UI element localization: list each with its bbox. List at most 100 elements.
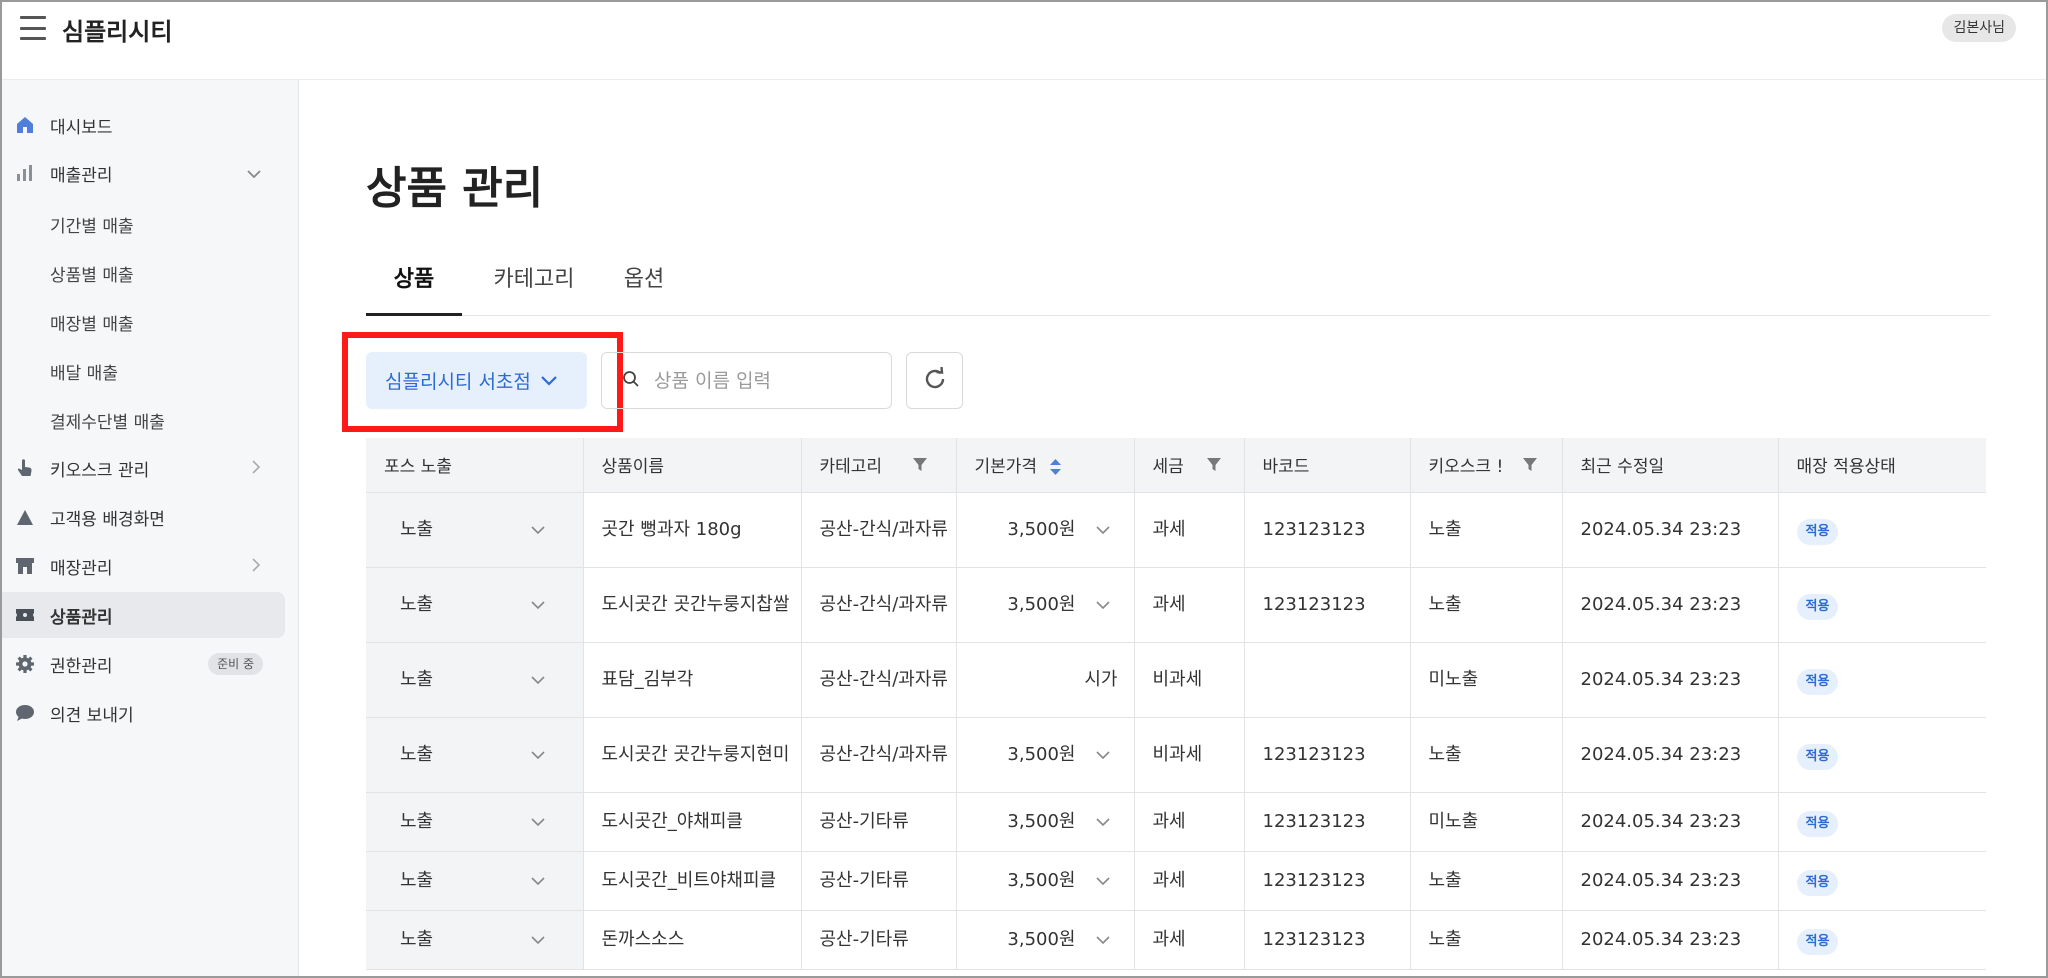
- sidebar-sub-period-sales[interactable]: 기간별 매출: [50, 212, 134, 237]
- sidebar-item-label: 대시보드: [50, 117, 113, 138]
- sidebar-item-label: 의견 보내기: [50, 705, 134, 726]
- pos-visibility-cell[interactable]: 노출: [366, 851, 584, 911]
- sidebar-item-label: 키오스크 관리: [50, 460, 150, 481]
- price-cell[interactable]: 3,500원: [956, 717, 1135, 793]
- sidebar-item-label: 매출관리: [50, 165, 113, 186]
- table-row[interactable]: 노출 도시곳간 곳간누룽지현미 공산-간식/과자류 3,500원 비과세 12312312…: [366, 717, 1986, 793]
- price-cell[interactable]: 3,500원: [956, 851, 1135, 911]
- col-header-tax[interactable]: 세금: [1134, 438, 1245, 493]
- chevron-down-icon: [1095, 590, 1110, 620]
- user-badge[interactable]: 김본사님: [1942, 14, 2016, 42]
- category-cell: 공산-간식/과자류: [801, 717, 957, 793]
- menu-icon[interactable]: [20, 16, 46, 40]
- status-badge: 적용: [1796, 743, 1839, 770]
- chevron-right-icon: [252, 557, 261, 576]
- pos-visibility-cell[interactable]: 노출: [366, 910, 584, 970]
- updated-date-cell: 2024.05.34 23:23: [1562, 642, 1779, 718]
- sidebar-sub-store-sales[interactable]: 매장별 매출: [50, 310, 134, 335]
- pos-visibility-cell[interactable]: 노출: [366, 792, 584, 852]
- sidebar-item-dashboard[interactable]: 대시보드: [2, 102, 285, 148]
- table-row[interactable]: 노출 표담_김부각 공산-간식/과자류 시가 비과세 미노출 2024.05.34 23:2…: [366, 642, 1986, 718]
- pos-visibility-value: 노출: [400, 928, 434, 950]
- status-badge: 적용: [1796, 869, 1839, 896]
- chevron-down-icon: [1095, 515, 1110, 545]
- sidebar-item-label: 권한관리: [50, 656, 113, 677]
- col-header-price[interactable]: 기본가격: [956, 438, 1135, 493]
- product-name-cell[interactable]: 도시곳간 곳간누룽지찹쌀: [583, 567, 802, 643]
- barcode-cell: [1244, 642, 1411, 718]
- product-name-cell[interactable]: 곳간 뻥과자 180g: [583, 492, 802, 568]
- sidebar-sub-delivery-sales[interactable]: 배달 매출: [50, 359, 118, 384]
- main-content: 상품 관리 상품 카테고리 옵션 심플리시티 서초점 상품 이름 입력 포스 노…: [300, 80, 2046, 976]
- tab-options[interactable]: 옵션: [606, 258, 682, 316]
- col-header-updated[interactable]: 최근 수정일: [1562, 438, 1779, 493]
- refresh-button[interactable]: [906, 352, 963, 409]
- tax-cell: 과세: [1134, 851, 1245, 911]
- col-header-kiosk[interactable]: 키오스크 !: [1410, 438, 1563, 493]
- chevron-down-icon: [530, 866, 545, 896]
- sidebar-item-feedback[interactable]: 의견 보내기: [2, 690, 285, 736]
- pos-visibility-cell[interactable]: 노출: [366, 567, 584, 643]
- col-header-name[interactable]: 상품이름: [583, 438, 802, 493]
- tab-products[interactable]: 상품: [366, 258, 462, 316]
- sidebar-item-permissions[interactable]: 권한관리 준비 중: [2, 641, 285, 687]
- product-name-cell[interactable]: 돈까스소스: [583, 910, 802, 970]
- pos-visibility-cell[interactable]: 노출: [366, 492, 584, 568]
- pos-visibility-value: 노출: [400, 810, 434, 832]
- table-row[interactable]: 노출 도시곳간_야채피클 공산-기타류 3,500원 과세 123123123 미노출 202…: [366, 792, 1986, 852]
- chevron-down-icon: [530, 590, 545, 620]
- app-window: 심플리시티 김본사님 대시보드 매출관리 기간별 매출 상품별 매출 매장별 매…: [0, 0, 2048, 978]
- pos-visibility-cell[interactable]: 노출: [366, 642, 584, 718]
- sidebar-sub-payment-sales[interactable]: 결제수단별 매출: [50, 408, 165, 433]
- barcode-cell: 123123123: [1244, 492, 1411, 568]
- sort-icon[interactable]: [1050, 458, 1062, 476]
- table-row[interactable]: 노출 도시곳간_비트야채피클 공산-기타류 3,500원 과세 123123123 노출 20…: [366, 851, 1986, 911]
- chevron-down-icon: [1095, 866, 1110, 896]
- product-name-cell[interactable]: 도시곳간_비트야채피클: [583, 851, 802, 911]
- sidebar-item-kiosk[interactable]: 키오스크 관리: [2, 445, 285, 491]
- filter-icon[interactable]: [1207, 457, 1222, 477]
- chevron-down-icon: [530, 515, 545, 545]
- sidebar-item-sales[interactable]: 매출관리: [2, 150, 285, 196]
- col-header-status[interactable]: 매장 적용상태: [1778, 438, 1986, 493]
- sidebar-item-products[interactable]: 상품관리: [2, 592, 285, 638]
- chevron-down-icon: [530, 925, 545, 955]
- price-cell[interactable]: 3,500원: [956, 792, 1135, 852]
- table-row[interactable]: 노출 돈까스소스 공산-기타류 3,500원 과세 123123123 노출 2024.05.…: [366, 910, 1986, 970]
- filter-icon[interactable]: [1522, 457, 1537, 477]
- ticket-icon: [14, 604, 36, 626]
- pos-visibility-value: 노출: [400, 593, 434, 615]
- status-badge: 적용: [1796, 593, 1839, 620]
- barcode-cell: 123123123: [1244, 851, 1411, 911]
- kiosk-visibility-cell: 노출: [1410, 567, 1563, 643]
- sidebar-item-customer-wallpaper[interactable]: 고객용 배경화면: [2, 494, 285, 540]
- price-cell[interactable]: 시가: [956, 642, 1135, 718]
- product-name-cell[interactable]: 표담_김부각: [583, 642, 802, 718]
- updated-date-cell: 2024.05.34 23:23: [1562, 717, 1779, 793]
- search-input[interactable]: [654, 369, 874, 392]
- price-cell[interactable]: 3,500원: [956, 567, 1135, 643]
- table-row[interactable]: 노출 도시곳간 곳간누룽지찹쌀 공산-간식/과자류 3,500원 과세 123123123…: [366, 567, 1986, 643]
- sidebar-item-store[interactable]: 매장관리: [2, 543, 285, 589]
- price-cell[interactable]: 3,500원: [956, 910, 1135, 970]
- filter-icon[interactable]: [913, 457, 928, 477]
- chevron-down-icon: [530, 807, 545, 837]
- price-cell[interactable]: 3,500원: [956, 492, 1135, 568]
- store-select-label: 심플리시티 서초점: [385, 371, 531, 393]
- barcode-cell: 123123123: [1244, 567, 1411, 643]
- table-header-row: 포스 노출 상품이름 카테고리 기본가격 세금 바코드 키오스크 ! 최근 수정…: [366, 438, 1986, 493]
- product-name-cell[interactable]: 도시곳간_야채피클: [583, 792, 802, 852]
- col-header-barcode[interactable]: 바코드: [1244, 438, 1411, 493]
- pointer-hand-icon: [14, 457, 36, 479]
- col-header-pos[interactable]: 포스 노출: [366, 438, 584, 493]
- price-value: 3,500원: [1007, 518, 1076, 540]
- col-header-category[interactable]: 카테고리: [801, 438, 957, 493]
- kiosk-visibility-cell: 노출: [1410, 492, 1563, 568]
- table-row[interactable]: 노출 곳간 뻥과자 180g 공산-간식/과자류 3,500원 과세 123123123 노…: [366, 492, 1986, 568]
- product-name-cell[interactable]: 도시곳간 곳간누룽지현미: [583, 717, 802, 793]
- pos-visibility-cell[interactable]: 노출: [366, 717, 584, 793]
- tab-categories[interactable]: 카테고리: [479, 258, 589, 316]
- chevron-down-icon: [530, 665, 545, 695]
- sidebar-sub-product-sales[interactable]: 상품별 매출: [50, 261, 134, 286]
- store-select-dropdown[interactable]: 심플리시티 서초점: [366, 352, 587, 409]
